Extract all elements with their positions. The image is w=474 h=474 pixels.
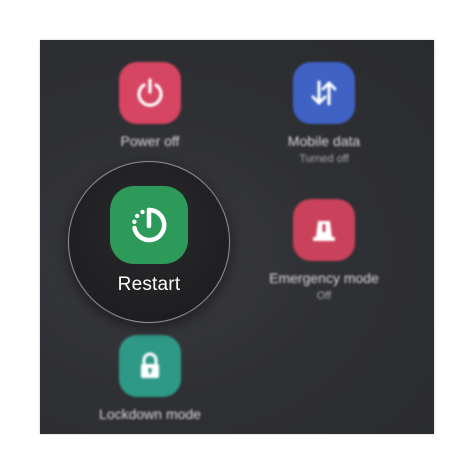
lockdown-mode-tile bbox=[119, 335, 181, 397]
power-off-tile bbox=[119, 62, 181, 124]
power-off-label: Power off bbox=[120, 133, 180, 149]
mobile-data-tile bbox=[293, 62, 355, 124]
power-icon bbox=[137, 78, 163, 107]
power-menu-screen: Power off Mobile data Turned off Emergen… bbox=[40, 40, 434, 434]
restart-button[interactable]: Restart bbox=[68, 161, 230, 323]
emergency-mode-tile bbox=[293, 199, 355, 261]
lockdown-mode-label: Lockdown mode bbox=[99, 406, 201, 422]
emergency-mode-button[interactable]: Emergency mode Off bbox=[249, 199, 399, 303]
emergency-light-icon bbox=[313, 221, 335, 241]
power-off-button[interactable]: Power off bbox=[75, 62, 225, 150]
emergency-mode-label: Emergency mode bbox=[269, 270, 379, 286]
restart-tile bbox=[110, 186, 188, 264]
mobile-data-button[interactable]: Mobile data Turned off bbox=[249, 62, 399, 166]
restart-label: Restart bbox=[117, 274, 181, 295]
restart-icon bbox=[132, 207, 167, 243]
lockdown-mode-button[interactable]: Lockdown mode bbox=[75, 335, 225, 423]
mobile-data-label: Mobile data bbox=[287, 133, 361, 149]
emergency-mode-status: Off bbox=[316, 290, 332, 302]
mobile-data-status: Turned off bbox=[299, 153, 349, 165]
lock-icon bbox=[141, 352, 159, 378]
data-arrows-icon bbox=[311, 80, 337, 106]
